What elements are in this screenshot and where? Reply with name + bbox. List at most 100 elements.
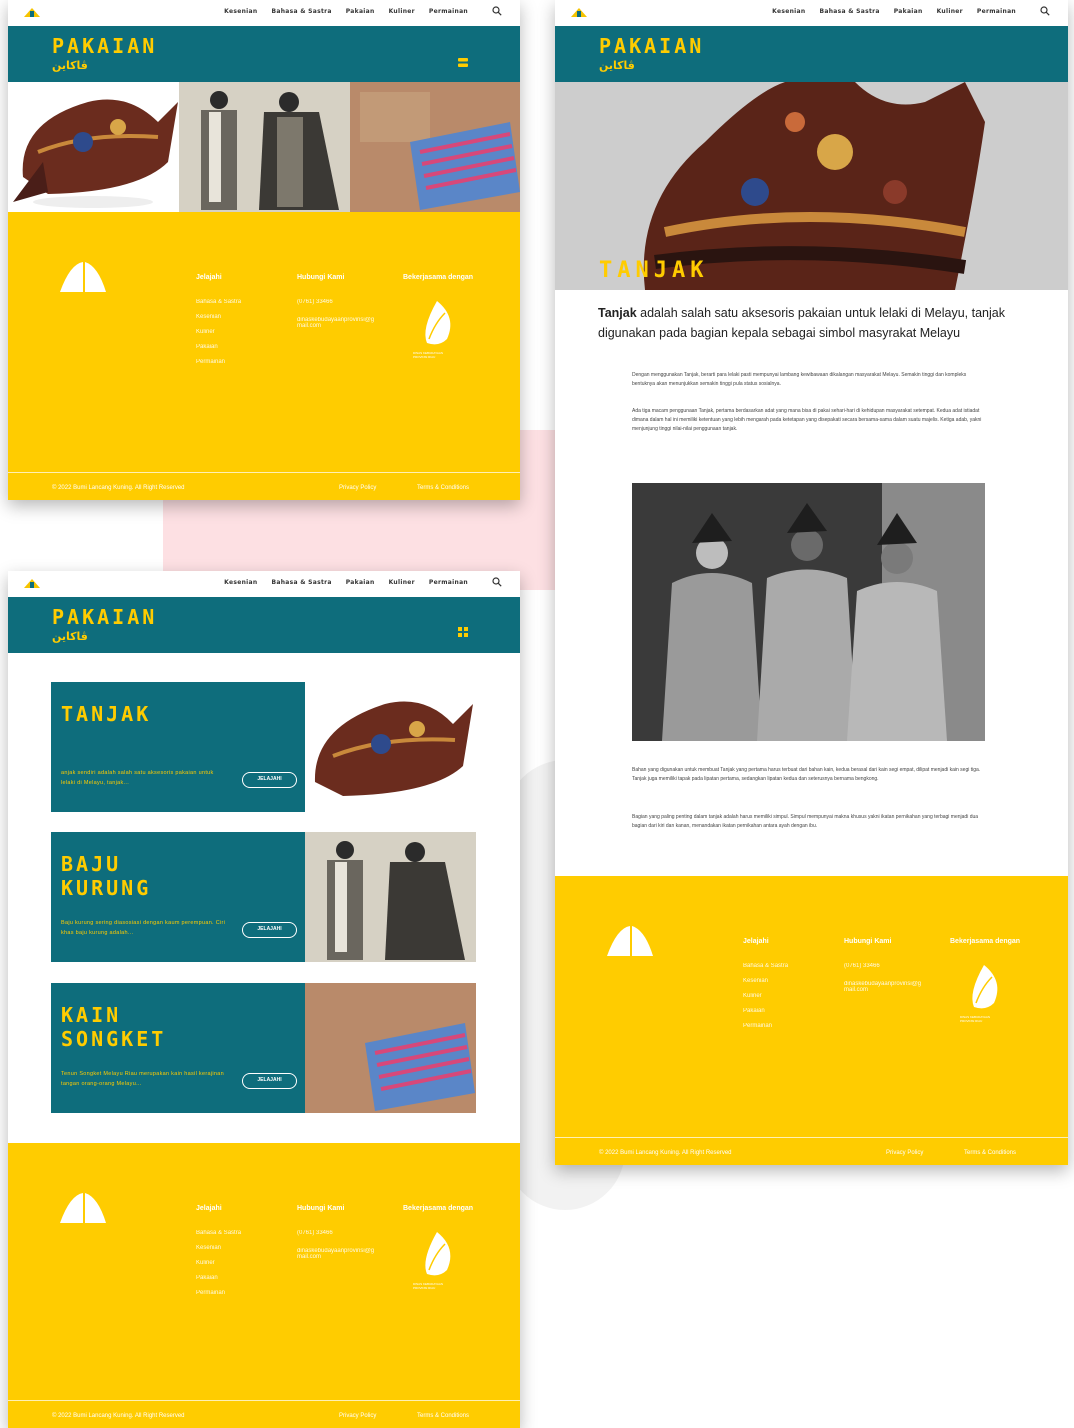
footer-link[interactable]: Bahasa & Sastra	[196, 299, 241, 305]
hero-title: TANJAK	[599, 258, 709, 283]
terms-link[interactable]: Terms & Conditions	[964, 1150, 1016, 1156]
nav-link[interactable]: Kuliner	[389, 579, 415, 586]
site-logo-icon[interactable]	[571, 8, 587, 17]
footer-email[interactable]: dinaskebudayaanprovinsi@gmail.com	[297, 317, 377, 329]
nav-link[interactable]: Bahasa & Sastra	[271, 8, 331, 15]
grid-view-icon[interactable]	[458, 627, 468, 637]
explore-button[interactable]: JELAJAHI	[242, 772, 297, 788]
page-title: PAKAIAN	[599, 34, 705, 58]
nav-link[interactable]: Kesenian	[224, 579, 257, 586]
card-baju-kurung[interactable]: BAJU KURUNG Baju kurung sering diasosias…	[51, 832, 476, 962]
nav-link[interactable]: Kesenian	[772, 8, 805, 15]
page-title-jawi: ڤاكاين	[52, 59, 88, 72]
nav-link[interactable]: Pakaian	[346, 579, 375, 586]
footer-heading: Jelajahi	[196, 1205, 222, 1212]
tanjak-photo[interactable]	[8, 82, 179, 212]
footer-bottom: © 2022 Bumi Lancang Kuning. All Right Re…	[8, 1400, 520, 1428]
page-title-jawi: ڤاكاين	[52, 630, 88, 643]
privacy-link[interactable]: Privacy Policy	[886, 1150, 923, 1156]
footer-link[interactable]: Kuliner	[743, 993, 788, 999]
baju-kurung-photo[interactable]	[179, 82, 350, 212]
footer-phone[interactable]: (0761) 33466	[297, 299, 377, 305]
page-header: PAKAIAN ڤاكاين	[555, 26, 1068, 82]
card-tanjak[interactable]: TANJAK anjak sendiri adalah salah satu a…	[51, 682, 476, 812]
search-icon[interactable]	[1040, 6, 1050, 16]
footer-heading: Hubungi Kami	[297, 274, 345, 281]
songket-photo	[305, 983, 476, 1113]
explore-button[interactable]: JELAJAHI	[242, 922, 297, 938]
explore-button[interactable]: JELAJAHI	[242, 1073, 297, 1089]
navbar: Kesenian Bahasa & Sastra Pakaian Kuliner…	[8, 571, 520, 597]
partner-name: DINAS KEBUDAYAAN PROVINSI RIAU	[960, 1015, 991, 1023]
partner-name: DINAS KEBUDAYAAN PROVINSI RIAU	[413, 351, 444, 359]
nav-link[interactable]: Permainan	[977, 8, 1016, 15]
nav-link[interactable]: Permainan	[429, 8, 468, 15]
nav-link[interactable]: Bahasa & Sastra	[271, 579, 331, 586]
page-title: PAKAIAN	[52, 605, 158, 629]
nav-link[interactable]: Pakaian	[346, 8, 375, 15]
nav-link[interactable]: Permainan	[429, 579, 468, 586]
site-logo-icon[interactable]	[24, 8, 40, 17]
nav-links: Kesenian Bahasa & Sastra Pakaian Kuliner…	[224, 8, 468, 15]
site-logo-icon[interactable]	[24, 579, 40, 588]
footer-link[interactable]: Pakaian	[743, 1008, 788, 1014]
footer-link[interactable]: Kesenian	[196, 314, 241, 320]
footer-link[interactable]: Kesenian	[196, 1245, 241, 1251]
navbar: Kesenian Bahasa & Sastra Pakaian Kuliner…	[555, 0, 1068, 26]
footer-logo-icon[interactable]	[60, 262, 106, 292]
terms-link[interactable]: Terms & Conditions	[417, 1413, 469, 1419]
card-description: Baju kurung sering diasosiasi dengan kau…	[61, 920, 226, 936]
partner-logo-icon	[425, 1232, 451, 1276]
baju-kurung-photo	[305, 832, 476, 962]
footer-explore: Jelajahi Bahasa & Sastra Kesenian Kuline…	[196, 1205, 241, 1305]
page-header: PAKAIAN ڤاكاين	[8, 597, 520, 653]
lead-text: adalah salah satu aksesoris pakaian untu…	[598, 306, 1005, 340]
article-paragraph: Bahan yang digunakan untuk membuat Tanja…	[632, 767, 981, 782]
footer-heading: Bekerjasama dengan	[950, 938, 1021, 945]
privacy-link[interactable]: Privacy Policy	[339, 485, 376, 491]
footer-bottom: © 2022 Bumi Lancang Kuning. All Right Re…	[8, 472, 520, 500]
page-title-jawi: ڤاكاين	[599, 59, 635, 72]
footer-email[interactable]: dinaskebudayaanprovinsi@gmail.com	[297, 1248, 377, 1260]
footer-contact: Hubungi Kami (0761) 33466 dinaskebudayaa…	[297, 274, 377, 338]
songket-photo[interactable]	[350, 82, 520, 212]
footer-link[interactable]: Kesenian	[743, 978, 788, 984]
footer-partner: Bekerjasama dengan DINAS KEBUDAYAAN PROV…	[403, 1205, 473, 1290]
footer-link[interactable]: Bahasa & Sastra	[743, 963, 788, 969]
footer-contact: Hubungi Kami (0761) 33466 dinaskebudayaa…	[297, 1205, 377, 1269]
footer-logo-icon[interactable]	[60, 1193, 106, 1223]
footer-link[interactable]: Permainan	[196, 1290, 241, 1296]
footer-link[interactable]: Pakaian	[196, 1275, 241, 1281]
navbar: Kesenian Bahasa & Sastra Pakaian Kuliner…	[8, 0, 520, 26]
card-title: BAJU KURUNG	[61, 852, 152, 900]
nav-link[interactable]: Bahasa & Sastra	[819, 8, 879, 15]
frame-tanjak-article: Kesenian Bahasa & Sastra Pakaian Kuliner…	[555, 0, 1068, 1165]
footer-email[interactable]: dinaskebudayaanprovinsi@gmail.com	[844, 981, 924, 993]
footer-phone[interactable]: (0761) 33466	[297, 1230, 377, 1236]
nav-link[interactable]: Pakaian	[894, 8, 923, 15]
nav-link[interactable]: Kuliner	[937, 8, 963, 15]
partner-name: DINAS KEBUDAYAAN PROVINSI RIAU	[413, 1282, 444, 1290]
footer-link[interactable]: Kuliner	[196, 1260, 241, 1266]
frame-pakaian-cards: Kesenian Bahasa & Sastra Pakaian Kuliner…	[8, 571, 520, 1428]
copyright: © 2022 Bumi Lancang Kuning. All Right Re…	[52, 485, 185, 491]
list-view-icon[interactable]	[458, 58, 468, 67]
footer-phone[interactable]: (0761) 33466	[844, 963, 924, 969]
historical-photo	[632, 483, 985, 741]
nav-link[interactable]: Kuliner	[389, 8, 415, 15]
article-lead: Tanjak adalah salah satu aksesoris pakai…	[598, 303, 1028, 343]
footer-link[interactable]: Pakaian	[196, 344, 241, 350]
search-icon[interactable]	[492, 577, 502, 587]
footer-link[interactable]: Permainan	[743, 1023, 788, 1029]
card-kain-songket[interactable]: KAIN SONGKET Tenun Songket Melayu Riau m…	[51, 983, 476, 1113]
footer-logo-icon[interactable]	[607, 926, 653, 956]
footer-explore: Jelajahi Bahasa & Sastra Kesenian Kuline…	[743, 938, 788, 1038]
page-title: PAKAIAN	[52, 34, 158, 58]
footer-link[interactable]: Permainan	[196, 359, 241, 365]
footer-link[interactable]: Bahasa & Sastra	[196, 1230, 241, 1236]
privacy-link[interactable]: Privacy Policy	[339, 1413, 376, 1419]
terms-link[interactable]: Terms & Conditions	[417, 485, 469, 491]
footer-link[interactable]: Kuliner	[196, 329, 241, 335]
nav-link[interactable]: Kesenian	[224, 8, 257, 15]
search-icon[interactable]	[492, 6, 502, 16]
